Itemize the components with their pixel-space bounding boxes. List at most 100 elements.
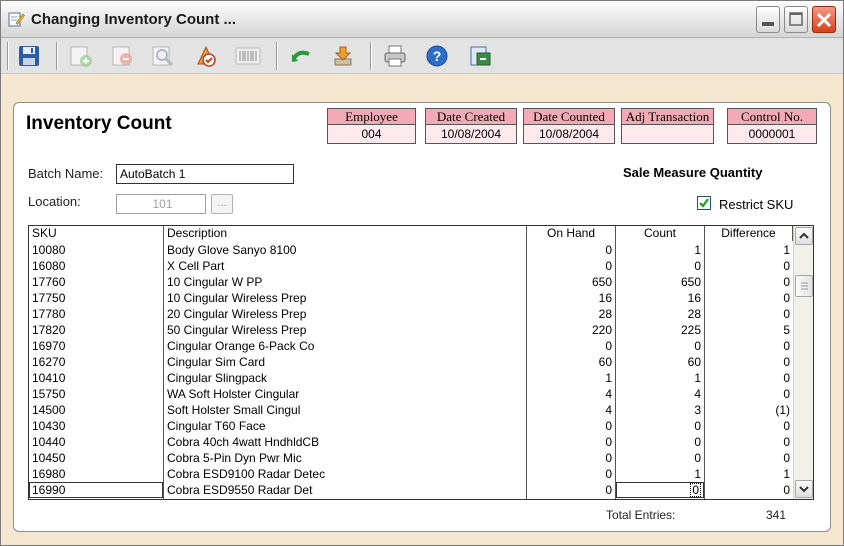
table-row[interactable]: 10080 Body Glove Sanyo 8100 0 1 1 — [29, 242, 793, 258]
scroll-down-button[interactable] — [795, 480, 813, 498]
cell-description[interactable]: Cobra 5-Pin Dyn Pwr Mic — [164, 450, 526, 466]
cell-on-hand[interactable]: 28 — [527, 306, 615, 322]
cell-sku[interactable]: 15750 — [29, 386, 163, 402]
restrict-sku-checkbox[interactable] — [697, 196, 711, 210]
scroll-thumb[interactable] — [795, 274, 813, 297]
employee-box[interactable]: Employee 004 — [327, 108, 416, 144]
cell-on-hand[interactable]: 0 — [527, 242, 615, 258]
find-button[interactable] — [149, 42, 177, 70]
cell-on-hand[interactable]: 16 — [527, 290, 615, 306]
title-bar[interactable]: Changing Inventory Count ... — [1, 1, 843, 38]
cell-sku[interactable]: 16970 — [29, 338, 163, 354]
barcode-button[interactable] — [234, 42, 262, 70]
cell-sku[interactable]: 10080 — [29, 242, 163, 258]
table-row[interactable]: 16990 Cobra ESD9550 Radar Det 0 0 0 — [29, 482, 793, 498]
cell-difference[interactable]: 0 — [705, 450, 793, 466]
cell-on-hand[interactable]: 0 — [527, 434, 615, 450]
cell-count[interactable]: 1 — [616, 370, 704, 386]
export-button[interactable] — [466, 42, 494, 70]
cell-difference[interactable]: 1 — [705, 242, 793, 258]
table-row[interactable]: 17780 20 Cingular Wireless Prep 28 28 0 — [29, 306, 793, 322]
batch-name-field[interactable]: AutoBatch 1 — [116, 164, 294, 184]
cell-sku[interactable]: 17750 — [29, 290, 163, 306]
table-row[interactable]: 10440 Cobra 40ch 4watt HndhldCB 0 0 0 — [29, 434, 793, 450]
cell-difference[interactable]: 0 — [705, 306, 793, 322]
cell-count[interactable]: 1 — [616, 466, 704, 482]
table-row[interactable]: 16080 X Cell Part 0 0 0 — [29, 258, 793, 274]
cell-count[interactable]: 0 — [616, 258, 704, 274]
import-button[interactable] — [329, 42, 357, 70]
cell-count[interactable]: 0 — [616, 418, 704, 434]
cell-description[interactable]: 10 Cingular Wireless Prep — [164, 290, 526, 306]
cell-difference[interactable]: 0 — [705, 370, 793, 386]
cell-sku[interactable]: 10430 — [29, 418, 163, 434]
cell-count[interactable]: 16 — [616, 290, 704, 306]
add-row-button[interactable] — [67, 42, 95, 70]
cell-on-hand[interactable]: 1 — [527, 370, 615, 386]
location-field[interactable]: 101 — [116, 194, 206, 214]
column-header-sku[interactable]: SKU — [29, 226, 164, 241]
cell-count[interactable]: 3 — [616, 402, 704, 418]
table-row[interactable]: 10450 Cobra 5-Pin Dyn Pwr Mic 0 0 0 — [29, 450, 793, 466]
column-header-count[interactable]: Count — [616, 226, 705, 241]
cell-count[interactable]: 60 — [616, 354, 704, 370]
table-row[interactable]: 17820 50 Cingular Wireless Prep 220 225 5 — [29, 322, 793, 338]
location-lookup-button[interactable]: ... — [211, 194, 233, 214]
date-created-box[interactable]: Date Created 10/08/2004 — [425, 108, 517, 144]
save-button[interactable] — [15, 42, 43, 70]
cell-sku[interactable]: 10410 — [29, 370, 163, 386]
cell-difference[interactable]: 0 — [705, 354, 793, 370]
cell-difference[interactable]: 0 — [705, 482, 793, 498]
cell-sku[interactable]: 14500 — [29, 402, 163, 418]
column-header-difference[interactable]: Difference — [705, 226, 793, 241]
table-row[interactable]: 17760 10 Cingular W PP 650 650 0 — [29, 274, 793, 290]
cell-sku[interactable]: 17820 — [29, 322, 163, 338]
cell-description[interactable]: Body Glove Sanyo 8100 — [164, 242, 526, 258]
cell-count[interactable]: 28 — [616, 306, 704, 322]
table-row[interactable]: 10410 Cingular Slingpack 1 1 0 — [29, 370, 793, 386]
vertical-scrollbar[interactable] — [793, 226, 813, 499]
table-row[interactable]: 16270 Cingular Sim Card 60 60 0 — [29, 354, 793, 370]
cell-count[interactable]: 0 — [616, 338, 704, 354]
cell-on-hand[interactable]: 0 — [527, 466, 615, 482]
cell-sku[interactable]: 16080 — [29, 258, 163, 274]
cell-sku[interactable]: 17760 — [29, 274, 163, 290]
cell-difference[interactable]: 0 — [705, 338, 793, 354]
cell-count[interactable]: 225 — [616, 322, 704, 338]
cell-on-hand[interactable]: 60 — [527, 354, 615, 370]
adj-transaction-box[interactable]: Adj Transaction — [621, 108, 714, 144]
cell-on-hand[interactable]: 0 — [527, 482, 615, 498]
column-header-description[interactable]: Description — [164, 226, 527, 241]
table-row[interactable]: 17750 10 Cingular Wireless Prep 16 16 0 — [29, 290, 793, 306]
cell-difference[interactable]: 0 — [705, 418, 793, 434]
cell-sku[interactable]: 10450 — [29, 450, 163, 466]
undo-button[interactable] — [287, 42, 315, 70]
cell-description[interactable]: Cingular Sim Card — [164, 354, 526, 370]
cell-description[interactable]: 10 Cingular W PP — [164, 274, 526, 290]
cell-sku[interactable]: 17780 — [29, 306, 163, 322]
cell-difference[interactable]: (1) — [705, 402, 793, 418]
cell-description[interactable]: X Cell Part — [164, 258, 526, 274]
table-row[interactable]: 16970 Cingular Orange 6-Pack Co 0 0 0 — [29, 338, 793, 354]
cell-on-hand[interactable]: 220 — [527, 322, 615, 338]
cell-on-hand[interactable]: 0 — [527, 258, 615, 274]
help-button[interactable]: ? — [423, 42, 451, 70]
cell-description[interactable]: 50 Cingular Wireless Prep — [164, 322, 526, 338]
cell-difference[interactable]: 0 — [705, 290, 793, 306]
cell-description[interactable]: Cingular Orange 6-Pack Co — [164, 338, 526, 354]
cell-difference[interactable]: 0 — [705, 274, 793, 290]
cell-count[interactable]: 650 — [616, 274, 704, 290]
cell-on-hand[interactable]: 650 — [527, 274, 615, 290]
cell-sku[interactable]: 10440 — [29, 434, 163, 450]
cell-count[interactable]: 1 — [616, 242, 704, 258]
cell-sku[interactable]: 16980 — [29, 466, 163, 482]
cell-description[interactable]: Cobra 40ch 4watt HndhldCB — [164, 434, 526, 450]
cell-count[interactable]: 0 — [616, 434, 704, 450]
cell-description[interactable]: Cobra ESD9550 Radar Det — [164, 482, 526, 498]
restrict-sku-label[interactable]: Restrict SKU — [719, 197, 793, 212]
cell-description[interactable]: Cingular T60 Face — [164, 418, 526, 434]
close-button[interactable] — [812, 6, 836, 33]
apply-button[interactable] — [192, 42, 220, 70]
inventory-grid[interactable]: SKU Description On Hand Count Difference… — [28, 225, 814, 500]
count-edit-caret[interactable]: 0 — [690, 483, 701, 497]
